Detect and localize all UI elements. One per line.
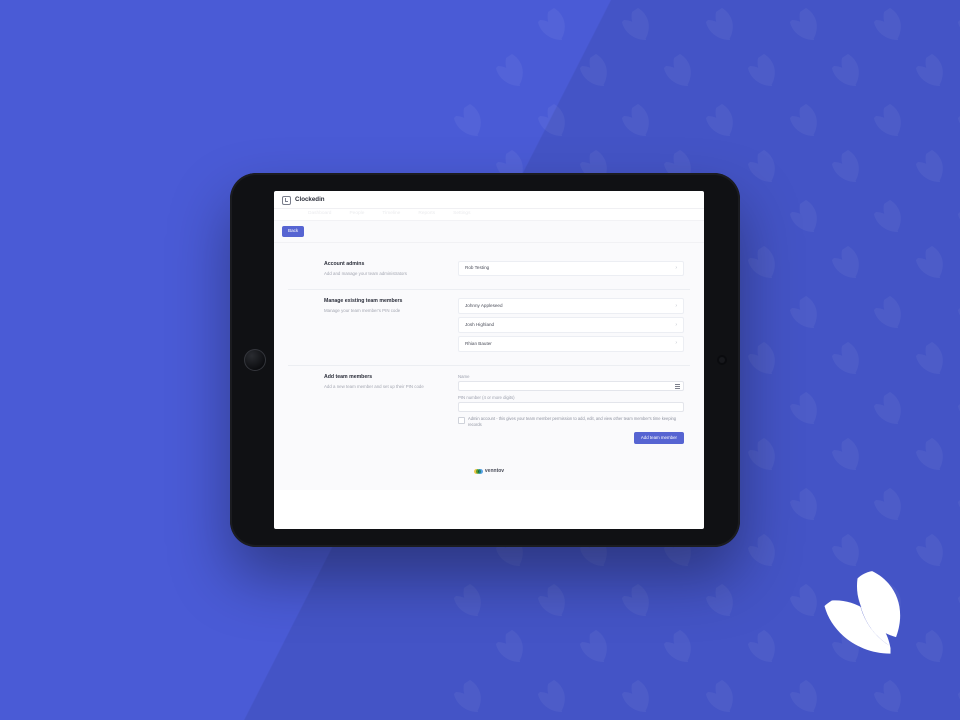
chevron-right-icon: › [675, 265, 677, 272]
section-title: Account admins [324, 261, 444, 268]
section-subtitle: Manage your team member's PIN code [324, 308, 429, 314]
tablet-frame: Clockedin Dashboard People Timeline Repo… [230, 173, 740, 547]
name-label: Name [458, 374, 684, 380]
checkbox-icon[interactable] [458, 417, 465, 424]
nav-tab[interactable]: People [349, 211, 364, 217]
nav-tab[interactable]: Timeline [382, 211, 400, 217]
member-row[interactable]: Johnny Appleseed › [458, 298, 684, 314]
admin-checkbox-label: Admin account - this gives your team mem… [468, 416, 684, 427]
nav-tabs: Dashboard People Timeline Reports Settin… [274, 209, 704, 221]
admin-name: Rob Testing [465, 265, 489, 271]
admin-row[interactable]: Rob Testing › [458, 261, 684, 277]
venntov-leaf-logo [808, 562, 918, 672]
app-title: Clockedin [295, 196, 325, 204]
section-title: Add team members [324, 374, 444, 381]
venntov-icon [474, 469, 483, 475]
pin-label: PIN number (4 or more digits) [458, 395, 684, 401]
section-subtitle: Add a new team member and set up their P… [324, 384, 429, 390]
contact-picker-icon[interactable] [675, 384, 680, 389]
member-row[interactable]: Josh Highland › [458, 317, 684, 333]
pin-input[interactable] [458, 402, 684, 412]
tablet-home-button[interactable] [244, 349, 266, 371]
footer-brand: venntov [288, 454, 690, 483]
nav-tab[interactable]: Settings [453, 211, 470, 217]
member-name: Rhian Bauter [465, 341, 492, 347]
nav-tab[interactable]: Reports [418, 211, 435, 217]
back-button[interactable]: Back [282, 226, 304, 236]
member-name: Johnny Appleseed [465, 303, 503, 309]
tablet-camera [719, 357, 725, 363]
app-screen: Clockedin Dashboard People Timeline Repo… [274, 191, 704, 529]
chevron-right-icon: › [675, 340, 677, 347]
member-name: Josh Highland [465, 322, 494, 328]
section-subtitle: Add and manage your team administrators [324, 271, 429, 277]
admin-checkbox-row[interactable]: Admin account - this gives your team mem… [458, 416, 684, 427]
section-add-member: Add team members Add a new team member a… [288, 365, 690, 455]
footer-brand-text: venntov [485, 468, 504, 475]
section-title: Manage existing team members [324, 298, 444, 305]
chevron-right-icon: › [675, 322, 677, 329]
chevron-right-icon: › [675, 303, 677, 310]
section-account-admins: Account admins Add and manage your team … [288, 253, 690, 290]
member-row[interactable]: Rhian Bauter › [458, 336, 684, 352]
clock-icon [282, 196, 291, 205]
add-team-member-button[interactable]: Add team member [634, 432, 684, 444]
name-input[interactable] [458, 381, 684, 391]
nav-tab[interactable]: Dashboard [308, 211, 331, 217]
section-manage-members: Manage existing team members Manage your… [288, 289, 690, 364]
